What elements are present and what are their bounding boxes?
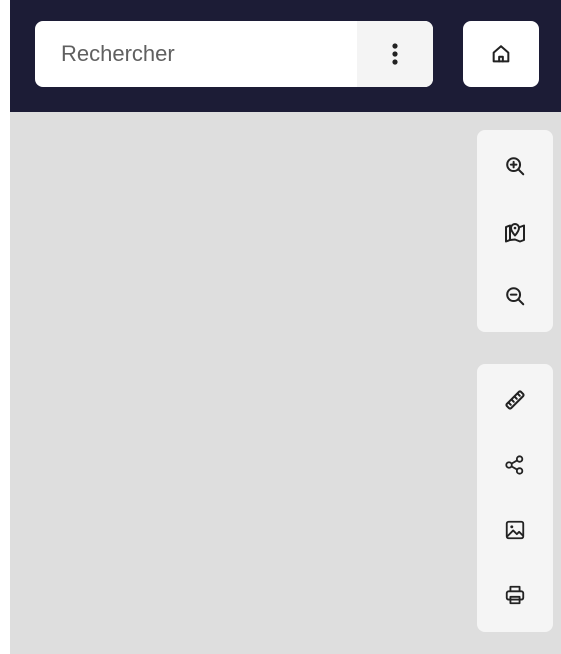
map-pin-icon <box>505 223 525 243</box>
top-bar <box>10 0 561 112</box>
measure-button[interactable] <box>477 372 553 428</box>
search-input[interactable] <box>35 21 357 87</box>
image-button[interactable] <box>477 502 553 558</box>
map-app <box>10 0 561 654</box>
home-icon <box>492 45 510 63</box>
zoom-in-icon <box>506 157 525 176</box>
printer-icon <box>505 585 525 605</box>
ruler-icon <box>505 390 525 410</box>
zoom-in-button[interactable] <box>477 138 553 194</box>
zoom-controls <box>477 130 553 332</box>
zoom-out-icon <box>506 287 525 306</box>
home-button[interactable] <box>463 21 539 87</box>
search-menu-button[interactable] <box>357 21 433 87</box>
map-tools <box>477 364 553 632</box>
zoom-out-button[interactable] <box>477 268 553 324</box>
search-box <box>35 21 433 87</box>
share-button[interactable] <box>477 437 553 493</box>
vertical-dots-icon <box>392 43 398 65</box>
locate-button[interactable] <box>477 203 553 259</box>
share-icon <box>505 455 524 475</box>
print-button[interactable] <box>477 567 553 623</box>
image-icon <box>505 520 525 540</box>
